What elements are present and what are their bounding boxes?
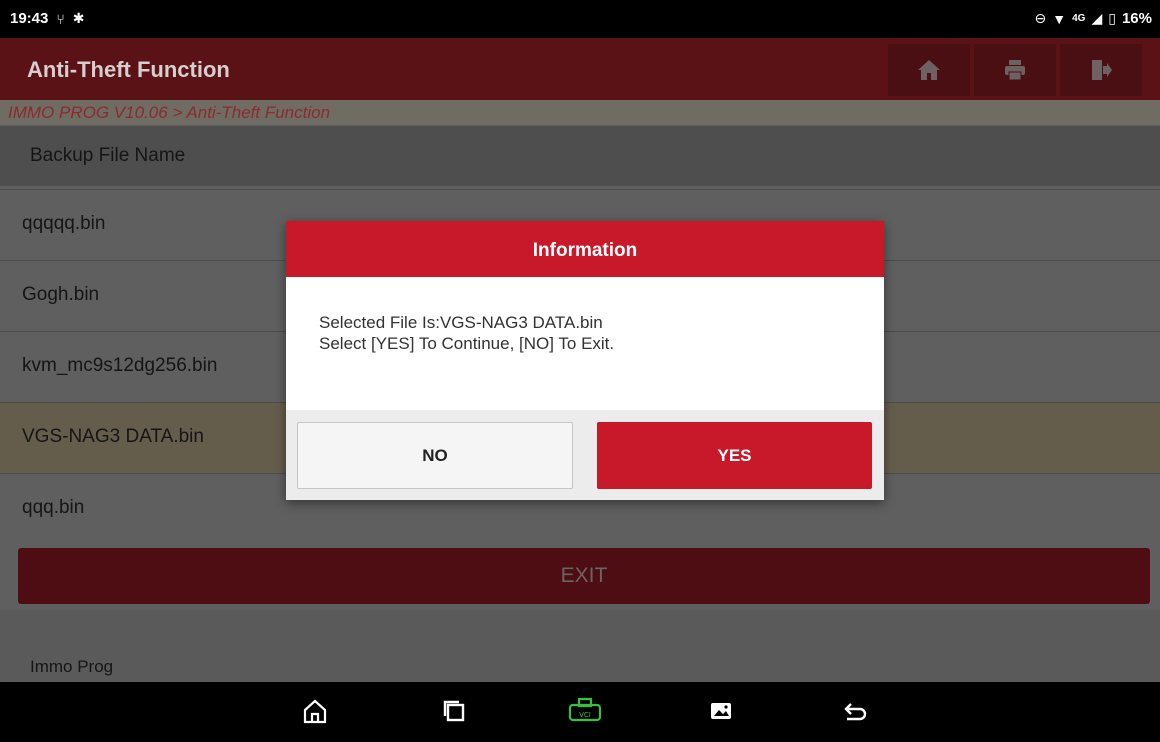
list-item-label: qqq.bin [22, 497, 85, 518]
usb-icon: ⑂ [56, 10, 65, 27]
back-icon[interactable] [838, 696, 868, 726]
list-item-label: VGS-NAG3 DATA.bin [22, 426, 204, 447]
footer-label: Immo Prog [30, 657, 114, 676]
signal-icon: ◢ [1091, 10, 1103, 26]
home-icon [918, 60, 940, 80]
exit-button[interactable]: EXIT [18, 548, 1150, 604]
information-dialog: Information Selected File Is:VGS-NAG3 DA… [286, 221, 884, 500]
no-button[interactable]: NO [297, 422, 573, 489]
footer-area: Immo Prog [0, 610, 1160, 682]
exit-icon [1092, 60, 1112, 80]
list-item-label: Gogh.bin [22, 284, 100, 305]
home-icon[interactable] [300, 696, 330, 726]
list-header-label: Backup File Name [30, 145, 186, 166]
print-button[interactable] [974, 44, 1056, 96]
breadcrumb-text: IMMO PROG V10.06 > Anti-Theft Function [8, 103, 331, 122]
recent-apps-icon[interactable] [440, 696, 470, 726]
list-header: Backup File Name [0, 126, 1160, 186]
bluetooth-icon: ✱ [72, 10, 85, 26]
list-item-label: qqqqq.bin [22, 213, 106, 234]
print-icon [1005, 60, 1025, 81]
svg-text:VCI: VCI [579, 711, 591, 719]
dialog-message-line2: Select [YES] To Continue, [NO] To Exit. [319, 334, 615, 353]
status-bar: 19:43 ⑂ ✱ ⊖ ▼ 4G ◢ ▯ 16% [0, 0, 1160, 38]
title-bar: Anti-Theft Function [0, 38, 1160, 100]
status-time: 19:43 [10, 10, 49, 27]
gallery-icon[interactable] [706, 696, 736, 726]
exit-app-button[interactable] [1060, 44, 1142, 96]
yes-button[interactable]: YES [597, 422, 872, 489]
dialog-message-line1: Selected File Is:VGS-NAG3 DATA.bin [319, 313, 603, 332]
wifi-icon: ▼ [1052, 10, 1067, 27]
dnd-icon: ⊖ [1034, 10, 1047, 26]
dialog-header: Information [286, 221, 884, 277]
list-item-label: kvm_mc9s12dg256.bin [22, 355, 218, 376]
dialog-title: Information [532, 240, 638, 261]
page-title: Anti-Theft Function [27, 57, 230, 82]
battery-level: 16% [1121, 10, 1152, 27]
exit-button-label: EXIT [560, 564, 608, 587]
battery-icon: ▯ [1108, 10, 1116, 26]
network-type: 4G [1072, 13, 1086, 24]
breadcrumb: IMMO PROG V10.06 > Anti-Theft Function [0, 100, 1160, 125]
navigation-bar: VCI [0, 682, 1160, 742]
home-button[interactable] [888, 44, 970, 96]
dialog-message: Selected File Is:VGS-NAG3 DATA.bin Selec… [319, 312, 614, 354]
dialog-footer: NO YES [286, 410, 884, 500]
vci-icon[interactable]: VCI [567, 696, 603, 726]
